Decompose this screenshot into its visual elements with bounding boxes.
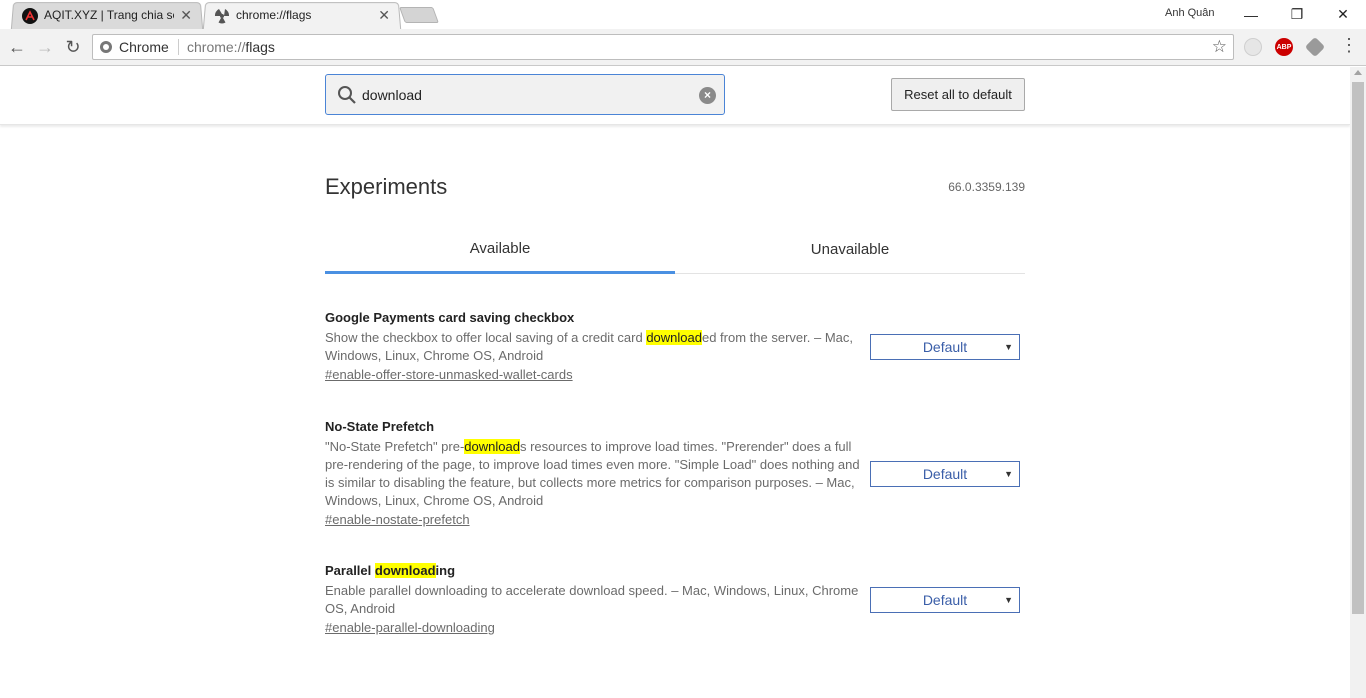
- extension-icon[interactable]: [1244, 38, 1262, 56]
- omnibox-chip[interactable]: Chrome: [119, 39, 169, 55]
- scrollbar-thumb[interactable]: [1352, 82, 1364, 614]
- maximize-button[interactable]: ❐: [1274, 0, 1320, 29]
- chrome-page-icon: [100, 41, 112, 53]
- experiment-permalink[interactable]: #enable-nostate-prefetch: [325, 512, 470, 527]
- tab-title: chrome://flags: [236, 8, 312, 22]
- tab-title: AQIT.XYZ | Trang chia sẻ t: [44, 8, 174, 22]
- tab-close-icon[interactable]: ✕: [180, 7, 192, 23]
- version-label: 66.0.3359.139: [948, 180, 1025, 194]
- minimize-button[interactable]: —: [1228, 0, 1274, 29]
- search-icon: [338, 86, 356, 104]
- title-row: Experiments 66.0.3359.139: [325, 174, 1025, 200]
- flags-favicon-icon: [214, 9, 230, 24]
- browser-tab-aqit[interactable]: AQIT.XYZ | Trang chia sẻ t ✕: [10, 2, 204, 30]
- reset-all-button[interactable]: Reset all to default: [891, 78, 1025, 111]
- dropdown-arrow-icon: ▼: [1004, 469, 1013, 479]
- search-input[interactable]: [362, 86, 692, 104]
- select-value: Default: [922, 592, 968, 608]
- experiment-select[interactable]: Default ▼: [870, 587, 1020, 613]
- experiment-item: Google Payments card saving checkbox Sho…: [325, 310, 1025, 384]
- select-value: Default: [922, 339, 968, 355]
- adblock-plus-icon[interactable]: ABP: [1275, 38, 1293, 56]
- close-window-button[interactable]: ✕: [1320, 0, 1366, 29]
- experiment-select[interactable]: Default ▼: [870, 461, 1020, 487]
- select-value: Default: [922, 466, 968, 482]
- address-bar[interactable]: Chrome chrome://flags ☆: [92, 34, 1234, 60]
- name-text: ing: [435, 563, 456, 578]
- tab-available[interactable]: Available: [325, 232, 675, 274]
- url-scheme: chrome://: [187, 39, 246, 55]
- experiment-name: Parallel downloading: [325, 563, 1025, 578]
- experiment-name: No-State Prefetch: [325, 419, 435, 434]
- bookmark-star-icon[interactable]: ☆: [1212, 37, 1227, 57]
- dropdown-arrow-icon: ▼: [1004, 595, 1013, 605]
- page-title: Experiments: [325, 174, 448, 199]
- reload-icon[interactable]: ↻: [62, 36, 84, 58]
- aqit-favicon-icon: [22, 8, 38, 24]
- url-host: flags: [245, 39, 275, 55]
- browser-toolbar: ← → ↻ Chrome chrome://flags ☆: [0, 29, 1366, 66]
- scroll-up-arrow-icon[interactable]: [1354, 70, 1362, 75]
- tab-unavailable[interactable]: Unavailable: [675, 232, 1025, 274]
- experiment-permalink[interactable]: #enable-offer-store-unmasked-wallet-card…: [325, 367, 573, 382]
- back-arrow-icon[interactable]: ←: [6, 36, 28, 58]
- tab-bar: Available Unavailable: [325, 232, 1025, 274]
- omnibox-divider: [178, 39, 179, 55]
- search-highlight: download: [464, 439, 520, 454]
- name-text: Parallel: [325, 563, 375, 578]
- forward-arrow-icon[interactable]: →: [34, 36, 56, 58]
- experiment-item: No-State Prefetch "No-State Prefetch" pr…: [325, 419, 1025, 529]
- experiment-description: Show the checkbox to offer local saving …: [325, 329, 860, 365]
- flags-header: × Reset all to default: [0, 67, 1350, 125]
- experiment-select[interactable]: Default ▼: [870, 334, 1020, 360]
- experiment-name: Google Payments card saving checkbox: [325, 310, 575, 325]
- experiment-permalink[interactable]: #enable-parallel-downloading: [325, 620, 495, 635]
- omnibox-url[interactable]: chrome://flags: [187, 39, 275, 55]
- experiment-description: "No-State Prefetch" pre-downloads resour…: [325, 438, 860, 510]
- browser-tab-flags[interactable]: chrome://flags ✕: [202, 2, 402, 30]
- new-tab-button[interactable]: [399, 7, 439, 23]
- clear-search-icon[interactable]: ×: [699, 87, 716, 104]
- tab-close-icon[interactable]: ✕: [378, 7, 390, 23]
- dropdown-arrow-icon: ▼: [1004, 342, 1013, 352]
- chrome-menu-icon[interactable]: ⋮: [1340, 36, 1358, 54]
- search-highlight: download: [646, 330, 702, 345]
- desc-text: "No-State Prefetch" pre-: [325, 439, 465, 454]
- desc-text: Show the checkbox to offer local saving …: [325, 330, 647, 345]
- experiment-description: Enable parallel downloading to accelerat…: [325, 583, 859, 616]
- search-highlight: download: [374, 563, 436, 578]
- profile-name[interactable]: Anh Quân: [1165, 7, 1215, 19]
- search-container[interactable]: ×: [325, 74, 725, 115]
- browser-titlebar: AQIT.XYZ | Trang chia sẻ t ✕ chrome://fl…: [0, 0, 1366, 30]
- experiment-item: Parallel downloading Enable parallel dow…: [325, 563, 1025, 637]
